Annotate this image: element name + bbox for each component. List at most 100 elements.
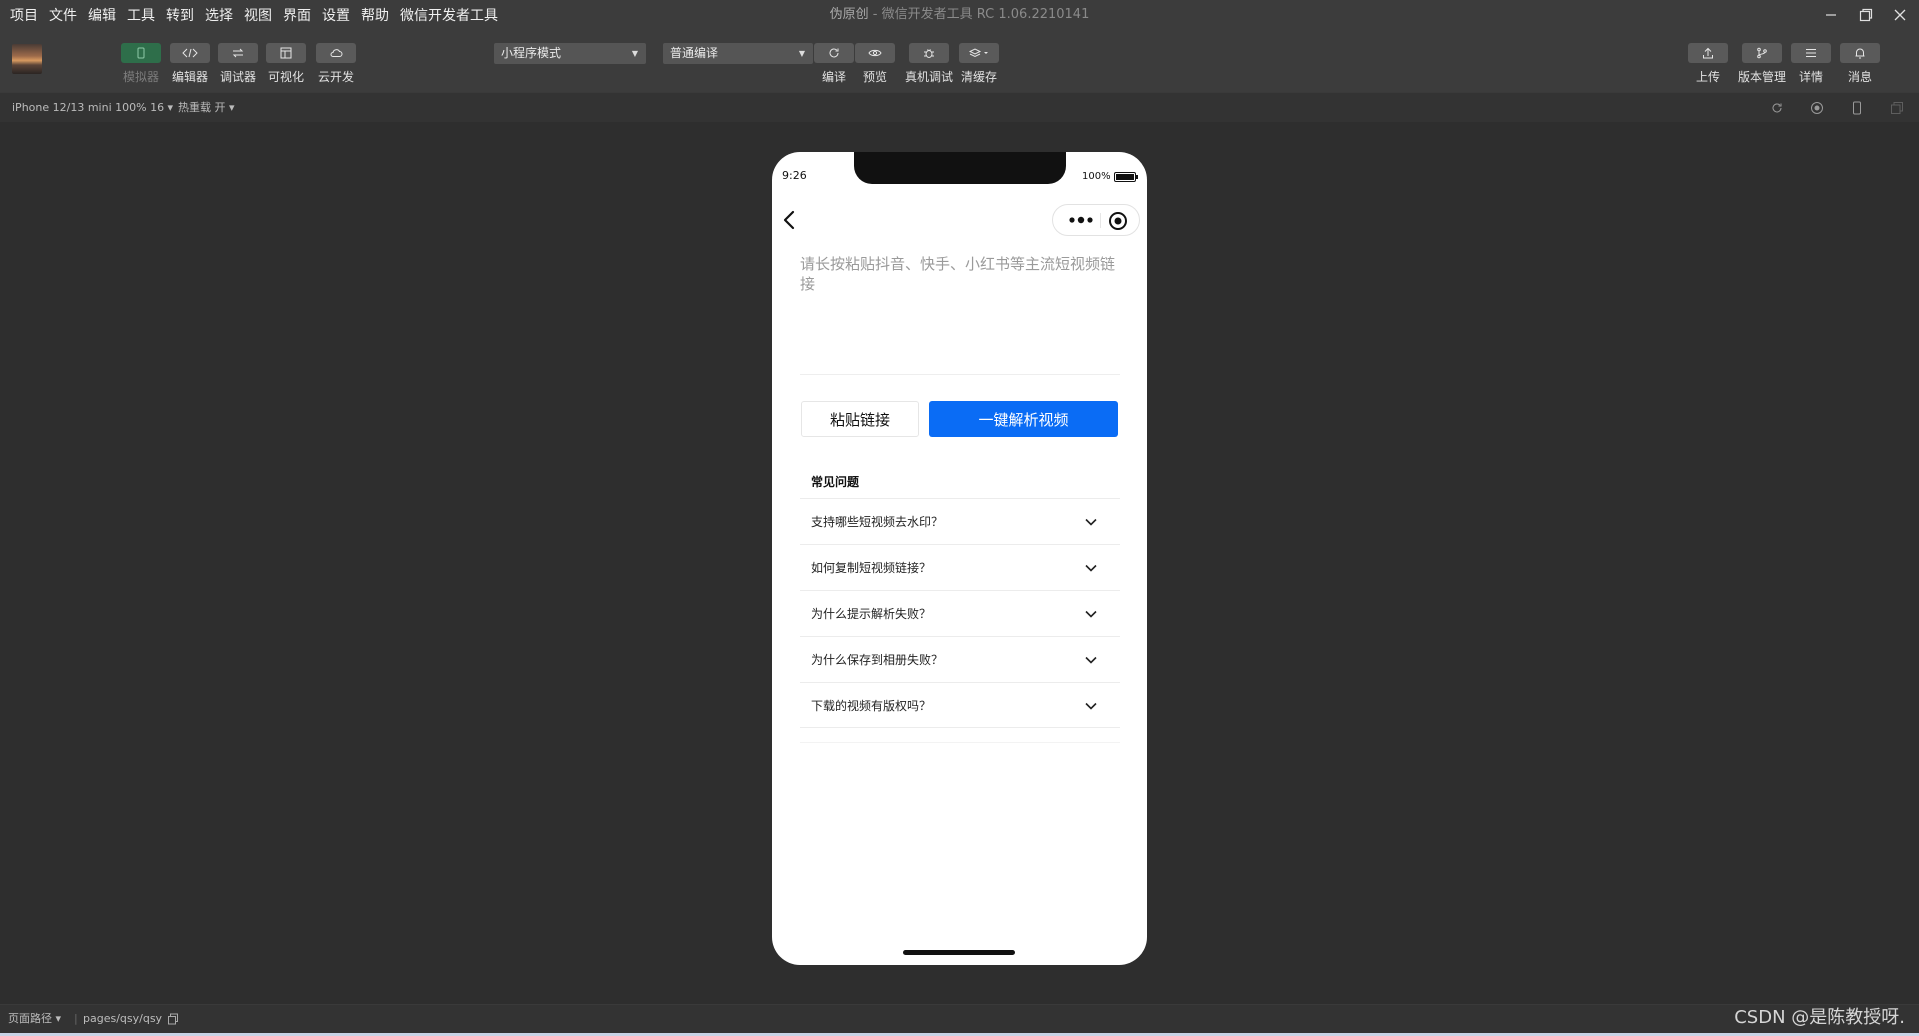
close-icon — [1894, 9, 1906, 21]
menu-bar: 项目 文件 编辑 工具 转到 选择 视图 界面 设置 帮助 微信开发者工具 伪原… — [0, 0, 1919, 30]
menu-settings[interactable]: 设置 — [322, 5, 350, 25]
faq-item[interactable]: 支持哪些短视频去水印？ — [800, 498, 1120, 544]
clear-cache-label: 清缓存 — [960, 70, 997, 84]
details-label: 详情 — [1798, 70, 1823, 84]
eye-icon — [868, 49, 882, 57]
phone-notch — [854, 152, 1066, 184]
more-button[interactable] — [1061, 205, 1101, 235]
faq-question: 下载的视频有版权吗？ — [811, 699, 932, 713]
more-dots-icon — [1069, 216, 1093, 224]
close-button[interactable] — [1880, 0, 1919, 30]
menu-project[interactable]: 项目 — [10, 5, 38, 25]
details-button[interactable]: 详情 — [1791, 43, 1831, 85]
minimize-icon — [1826, 14, 1836, 16]
menu-view[interactable]: 视图 — [244, 5, 272, 25]
phone-icon — [137, 47, 145, 59]
paste-link-button[interactable]: 粘贴链接 — [801, 401, 919, 437]
device-select[interactable]: iPhone 12/13 mini 100% 16 ▾ — [12, 93, 173, 123]
remote-debug-label: 真机调试 — [905, 70, 954, 84]
faq-item[interactable]: 如何复制短视频链接？ — [800, 544, 1120, 590]
popout-icon[interactable] — [1890, 101, 1904, 115]
video-link-input[interactable] — [800, 254, 1120, 350]
chevron-down-icon — [1085, 518, 1097, 526]
faq-item[interactable]: 下载的视频有版权吗？ — [800, 682, 1120, 728]
debug-icon — [232, 48, 244, 58]
faq-item[interactable]: 为什么提示解析失败？ — [800, 590, 1120, 636]
simulator-label: 模拟器 — [122, 70, 159, 84]
simulator-bar: iPhone 12/13 mini 100% 16 ▾ 热重载 开 ▾ — [0, 92, 1919, 122]
debugger-label: 调试器 — [219, 70, 256, 84]
clear-cache-button[interactable]: 清缓存 — [959, 43, 999, 85]
compile-select-value: 普通编译 — [670, 46, 719, 60]
content-divider — [800, 742, 1120, 743]
device-icon[interactable] — [1850, 101, 1864, 115]
mode-select[interactable]: 小程序模式 ▼ — [494, 43, 646, 64]
editor-button[interactable]: 编辑器 — [170, 43, 210, 85]
compile-button[interactable]: 编译 — [814, 43, 854, 85]
battery-icon — [1114, 172, 1138, 182]
upload-label: 上传 — [1695, 70, 1720, 84]
visual-label: 可视化 — [267, 70, 304, 84]
chevron-down-icon — [1085, 610, 1097, 618]
visual-button[interactable]: 可视化 — [266, 43, 306, 85]
caret-down-icon: ▼ — [798, 49, 805, 58]
menu-file[interactable]: 文件 — [49, 5, 77, 25]
page-path-value: pages/qsy/qsy — [83, 1012, 163, 1025]
refresh-icon — [829, 48, 839, 58]
upload-button[interactable]: 上传 — [1688, 43, 1728, 85]
faq-item[interactable]: 为什么保存到相册失败？ — [800, 636, 1120, 682]
chevron-down-icon — [1085, 656, 1097, 664]
editor-label: 编辑器 — [171, 70, 208, 84]
code-icon — [182, 48, 198, 58]
parse-video-button[interactable]: 一键解析视频 — [929, 401, 1118, 437]
cloud-icon — [330, 49, 343, 57]
faq-heading: 常见问题 — [811, 475, 860, 489]
simulator-button[interactable]: 模拟器 — [121, 43, 161, 85]
faq-question: 支持哪些短视频去水印？ — [811, 515, 944, 529]
copy-icon[interactable] — [167, 1013, 179, 1025]
close-capsule-icon[interactable] — [1108, 211, 1128, 231]
phone-simulator: 9:26 100% 粘贴链接 一键解析视频 常见问题 支持哪些短视频去水印？ 如… — [772, 152, 1147, 965]
minimize-button[interactable] — [1811, 0, 1851, 30]
preview-button[interactable]: 预览 — [855, 43, 895, 85]
faq-question: 为什么提示解析失败？ — [811, 607, 932, 621]
layout-icon — [280, 47, 292, 59]
toolbar: 模拟器 编辑器 调试器 可视化 云开发 小程序模式 ▼ 普通编译 ▼ 编译 预览… — [0, 30, 1919, 92]
cloud-button[interactable]: 云开发 — [316, 43, 356, 85]
caret-down-icon: ▼ — [631, 49, 638, 58]
version-label: 版本管理 — [1738, 70, 1787, 84]
menu-tools[interactable]: 工具 — [127, 5, 155, 25]
messages-button[interactable]: 消息 — [1840, 43, 1880, 85]
mini-program-capsule — [1052, 204, 1140, 236]
bell-icon — [1855, 48, 1865, 59]
menu-devtools[interactable]: 微信开发者工具 — [400, 5, 498, 25]
mode-select-value: 小程序模式 — [501, 46, 562, 60]
status-bar: 页面路径 ▾ | pages/qsy/qsy — [0, 1004, 1919, 1033]
version-button[interactable]: 版本管理 — [1738, 43, 1786, 85]
battery-percent: 100% — [1082, 171, 1111, 182]
layers-icon — [969, 48, 988, 58]
path-divider: | — [74, 1012, 78, 1025]
compile-select[interactable]: 普通编译 ▼ — [663, 43, 813, 64]
menu-select[interactable]: 选择 — [205, 5, 233, 25]
home-indicator — [903, 950, 1015, 955]
bug-icon — [924, 49, 934, 58]
menu-edit[interactable]: 编辑 — [88, 5, 116, 25]
capsule-divider — [1100, 213, 1101, 228]
rotate-icon[interactable] — [1770, 101, 1784, 115]
compile-label: 编译 — [821, 70, 846, 84]
debugger-button[interactable]: 调试器 — [218, 43, 258, 85]
avatar[interactable] — [12, 44, 42, 74]
chevron-down-icon — [1085, 702, 1097, 710]
upload-icon — [1703, 47, 1713, 59]
back-arrow-icon[interactable] — [778, 208, 802, 232]
menu-interface[interactable]: 界面 — [283, 5, 311, 25]
page-path-select[interactable]: 页面路径 ▾ — [8, 1005, 61, 1033]
menu-list: 项目 文件 编辑 工具 转到 选择 视图 界面 设置 帮助 微信开发者工具 — [10, 0, 509, 30]
hot-reload-toggle[interactable]: 热重载 开 ▾ — [178, 93, 235, 123]
menu-goto[interactable]: 转到 — [166, 5, 194, 25]
record-icon[interactable] — [1810, 101, 1824, 115]
menu-help[interactable]: 帮助 — [361, 5, 389, 25]
app-title: 微信开发者工具 RC 1.06.2210141 — [881, 7, 1090, 22]
remote-debug-button[interactable]: 真机调试 — [905, 43, 953, 85]
